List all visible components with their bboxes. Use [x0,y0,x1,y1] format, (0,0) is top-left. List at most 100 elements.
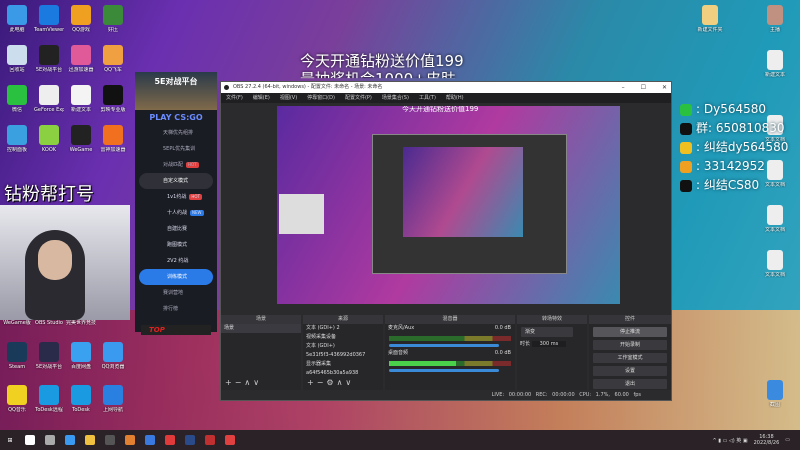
menu-item[interactable]: 文件(F) [226,93,243,103]
menu-item[interactable]: 帮助(H) [446,93,464,103]
source-item[interactable]: 文本 (GDI+) [303,342,383,351]
desktop-icon-label: WeGame [69,147,93,153]
duration-input[interactable]: 300 ms [531,341,567,347]
menu-item[interactable]: 停靠窗口(D) [307,93,335,103]
desktop-icon[interactable]: 回收站 [2,45,32,73]
taskbar-app[interactable] [20,430,40,450]
platform-nav-item[interactable]: 赛训营地 [135,285,217,301]
taskbar-app[interactable] [160,430,180,450]
platform-nav-item[interactable]: 排行榜 [135,301,217,317]
platform-nav-item[interactable]: 自建比赛 [135,221,217,237]
control-button[interactable]: 停止推流 [593,327,667,337]
start-button[interactable]: ⊞ [0,430,20,450]
platform-nav-item[interactable]: 1v1约战 HOT [135,189,217,205]
desktop-icon[interactable]: QQ音乐 [2,385,32,413]
desktop-icon[interactable]: 5E对战平台 [34,342,64,370]
menu-item[interactable]: 视图(V) [280,93,297,103]
desktop-icon[interactable]: 好压 [98,5,128,33]
desktop-icon[interactable]: QQ浏览器 [98,342,128,370]
source-item[interactable]: a64f5465b30a5a938 [303,369,383,378]
file-icon [767,380,783,400]
source-item[interactable]: 文本 (GDI+) 2 [303,324,383,333]
taskbar-app[interactable] [40,430,60,450]
source-item[interactable]: 5e31f5f3-436992d0367 [303,351,383,360]
desktop-icon[interactable]: ToDesk远程 [34,385,64,413]
control-button[interactable]: 开始录制 [593,340,667,350]
platform-nav-item[interactable]: 2V2 约战 [135,253,217,269]
taskbar-app[interactable] [140,430,160,450]
desktop-icon[interactable]: QQ飞车 [98,45,128,73]
menu-item[interactable]: 工具(T) [419,93,436,103]
desktop-icon[interactable]: 剪映专业版 [98,85,128,113]
app-icon [103,45,123,65]
obs-preview[interactable]: 今天开通钻粉送价值199 [277,106,620,304]
desktop-icon[interactable]: KOOK [34,125,64,153]
platform-nav-item[interactable]: 天梯优先组排 [135,125,217,141]
volume-slider[interactable] [389,369,499,372]
platform-nav-item[interactable]: 5EPL优先集训 [135,141,217,157]
source-controls[interactable]: +−⚙∧∨ [307,378,354,387]
taskbar-app[interactable] [60,430,80,450]
desktop-icon[interactable]: ToDesk [66,385,96,413]
transition-select[interactable]: 渐变 [521,327,573,337]
desktop-icon[interactable]: 新建文本 [760,50,790,78]
taskbar-app[interactable] [120,430,140,450]
desktop-icon[interactable]: 文本文档 [760,205,790,233]
close-button[interactable]: ✕ [662,82,667,93]
desktop-icon-label: 上网导航 [102,407,123,413]
contact-text: : 33142952 [696,159,765,173]
volume-slider[interactable] [389,344,499,347]
desktop-icon[interactable]: 微信 [2,85,32,113]
menu-item[interactable]: 场景集合(S) [382,93,409,103]
taskbar-app[interactable] [220,430,240,450]
platform-nav-item[interactable]: 自定义模式 [139,173,213,189]
scene-controls[interactable]: +−∧∨ [225,378,262,387]
source-item[interactable]: 显示器采集 [303,360,383,369]
desktop-icon[interactable]: 5E对战平台 [34,45,64,73]
desktop-icon[interactable]: Steam [2,342,32,370]
clock[interactable]: 16:38 2022/8/26 [754,434,780,446]
menu-item[interactable]: 配置文件(P) [345,93,372,103]
source-name: 文本 (GDI+) [306,343,335,349]
menu-item[interactable]: 编辑(E) [253,93,270,103]
desktop-icon[interactable]: 主播 [760,5,790,33]
scene-item[interactable]: 场景 [221,324,301,333]
top-banner[interactable]: TOP [141,325,211,335]
desktop-icon[interactable]: 控制面板 [2,125,32,153]
taskbar-app[interactable] [100,430,120,450]
desktop-icon[interactable]: 截图 [760,380,790,408]
notification-icon[interactable]: ▭ [785,437,790,443]
preview-overlay-text: 今天开通钻粉送价值199 [402,106,479,113]
desktop-icon[interactable]: WeGame [66,125,96,153]
file-icon [767,5,783,25]
taskbar-app[interactable] [200,430,220,450]
desktop-icon[interactable]: 雷神加速器 [98,125,128,153]
minimize-button[interactable]: – [622,82,625,93]
desktop-icon[interactable]: 新建文件夹 [695,5,725,33]
maximize-button[interactable]: ☐ [641,82,646,93]
desktop-icon[interactable]: 新建文本 [66,85,96,113]
desktop-icon[interactable]: 上网导航 [98,385,128,413]
control-button[interactable]: 设置 [593,366,667,376]
taskbar-app[interactable] [80,430,100,450]
taskbar-app[interactable] [180,430,200,450]
desktop-icon[interactable]: QQ游戏 [66,5,96,33]
tray-icons[interactable]: ^ ▮ ▭ ◁) 英 ▣ [712,437,747,444]
desktop-icon[interactable]: 此电脑 [2,5,32,33]
platform-nav-item[interactable]: 跑图模式 [135,237,217,253]
desktop-icon[interactable]: 文本文档 [760,250,790,278]
platform-nav-item[interactable]: 十人约战 NEW [135,205,217,221]
control-button[interactable]: 工作室模式 [593,353,667,363]
platform-nav-item[interactable]: 对战匹配 HOT [135,157,217,173]
nav-label: 2V2 约战 [167,258,189,264]
source-item[interactable]: 视频采集设备 [303,333,383,342]
platform-nav-item[interactable]: 训练模式 [139,269,213,285]
control-button[interactable]: 退出 [593,379,667,389]
mixer-channel: 桌面音频 0.0 dB [385,349,515,372]
desktop-icon[interactable]: 迅游加速器 [66,45,96,73]
obs-logo-icon [224,85,229,90]
desktop-icon-label: 5E对战平台 [35,67,63,73]
desktop-icon[interactable]: TeamViewer [34,5,64,33]
desktop-icon[interactable]: 百度网盘 [66,342,96,370]
desktop-icon[interactable]: GeForce Experience [34,85,64,113]
